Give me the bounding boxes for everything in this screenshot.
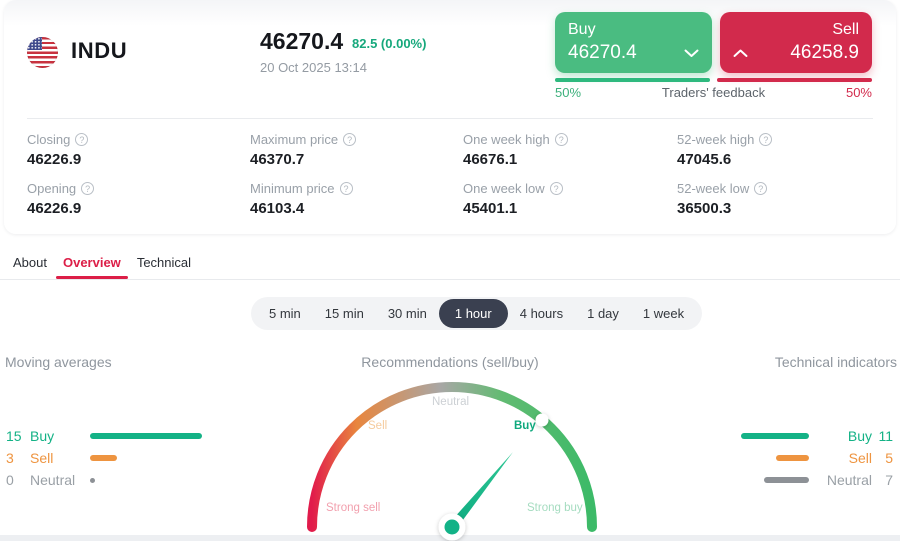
tab-about[interactable]: About (13, 246, 47, 279)
buy-price: 46270.4 (568, 42, 637, 64)
help-icon[interactable]: ? (81, 182, 94, 195)
help-icon[interactable]: ? (555, 133, 568, 146)
feedback-sell-bar (717, 78, 872, 82)
stat-label: 52-week high (677, 132, 754, 147)
stat-label: Maximum price (250, 132, 338, 147)
stat-one-week-low: One week low? 45401.1 (463, 181, 677, 217)
buy-button[interactable]: Buy 46270.4 (555, 12, 712, 73)
stat-value: 46676.1 (463, 151, 677, 168)
stat-one-week-high: One week high? 46676.1 (463, 132, 677, 168)
stat-value: 46226.9 (27, 200, 250, 217)
chevron-up-icon[interactable] (733, 49, 748, 58)
stat-label: One week low (463, 181, 545, 196)
stat-value: 46226.9 (27, 151, 250, 168)
help-icon[interactable]: ? (754, 182, 767, 195)
recommendation-gauge (0, 345, 900, 541)
stat-52-week-high: 52-week high? 47045.6 (677, 132, 873, 168)
help-icon[interactable]: ? (75, 133, 88, 146)
help-icon[interactable]: ? (759, 133, 772, 146)
gauge-label-buy: Buy (514, 420, 536, 432)
quote-timestamp: 20 Oct 2025 13:14 (260, 60, 367, 75)
stat-value: 46370.7 (250, 151, 463, 168)
stat-52-week-low: 52-week low? 36500.3 (677, 181, 873, 217)
gauge-pivot (445, 520, 460, 535)
stat-label: 52-week low (677, 181, 749, 196)
stat-label: Minimum price (250, 181, 335, 196)
stats-grid: Closing? 46226.9 Maximum price? 46370.7 … (27, 132, 873, 217)
page-tabs: About Overview Technical (0, 246, 900, 280)
buy-button-label: Buy (568, 21, 699, 39)
stat-closing: Closing? 46226.9 (27, 132, 250, 168)
stat-opening: Opening? 46226.9 (27, 181, 250, 217)
price-change: 82.5 (0.00%) (352, 36, 426, 51)
instrument-symbol: INDU (71, 38, 127, 64)
us-flag-icon (27, 37, 58, 68)
timeframe-1hour[interactable]: 1 hour (439, 299, 508, 328)
sell-price: 46258.9 (790, 42, 859, 64)
timeframe-30min[interactable]: 30 min (376, 306, 439, 321)
timeframe-15min[interactable]: 15 min (313, 306, 376, 321)
feedback-sell-percent: 50% (717, 85, 872, 100)
tab-technical[interactable]: Technical (137, 246, 191, 279)
timeframe-1day[interactable]: 1 day (575, 306, 631, 321)
gauge-label-neutral: Neutral (432, 396, 469, 408)
timeframe-5min[interactable]: 5 min (257, 306, 313, 321)
timeframe-4hours[interactable]: 4 hours (508, 306, 575, 321)
stat-maximum-price: Maximum price? 46370.7 (250, 132, 463, 168)
gauge-label-strong-sell: Strong sell (326, 502, 380, 514)
sell-button-label: Sell (733, 21, 859, 39)
stat-value: 46103.4 (250, 200, 463, 217)
timeframe-1week[interactable]: 1 week (631, 306, 696, 321)
help-icon[interactable]: ? (340, 182, 353, 195)
stat-value: 36500.3 (677, 200, 873, 217)
help-icon[interactable]: ? (550, 182, 563, 195)
current-price: 46270.4 (260, 28, 343, 55)
stat-minimum-price: Minimum price? 46103.4 (250, 181, 463, 217)
stat-value: 47045.6 (677, 151, 873, 168)
gauge-label-strong-buy: Strong buy (527, 502, 583, 514)
gauge-active-marker (536, 414, 549, 427)
chevron-down-icon[interactable] (684, 49, 699, 58)
sell-button[interactable]: Sell 46258.9 (720, 12, 872, 73)
stat-label: Closing (27, 132, 70, 147)
stat-value: 45401.1 (463, 200, 677, 217)
us-flag-canton (27, 37, 42, 50)
instrument-page: INDU 46270.4 82.5 (0.00%) 20 Oct 2025 13… (0, 0, 900, 541)
help-icon[interactable]: ? (343, 133, 356, 146)
stat-label: One week high (463, 132, 550, 147)
feedback-buy-bar (555, 78, 710, 82)
timeframe-selector: 5 min 15 min 30 min 1 hour 4 hours 1 day… (251, 297, 702, 330)
gauge-label-sell: Sell (368, 420, 387, 432)
header-divider (27, 118, 873, 119)
stat-label: Opening (27, 181, 76, 196)
tab-overview[interactable]: Overview (63, 246, 121, 279)
